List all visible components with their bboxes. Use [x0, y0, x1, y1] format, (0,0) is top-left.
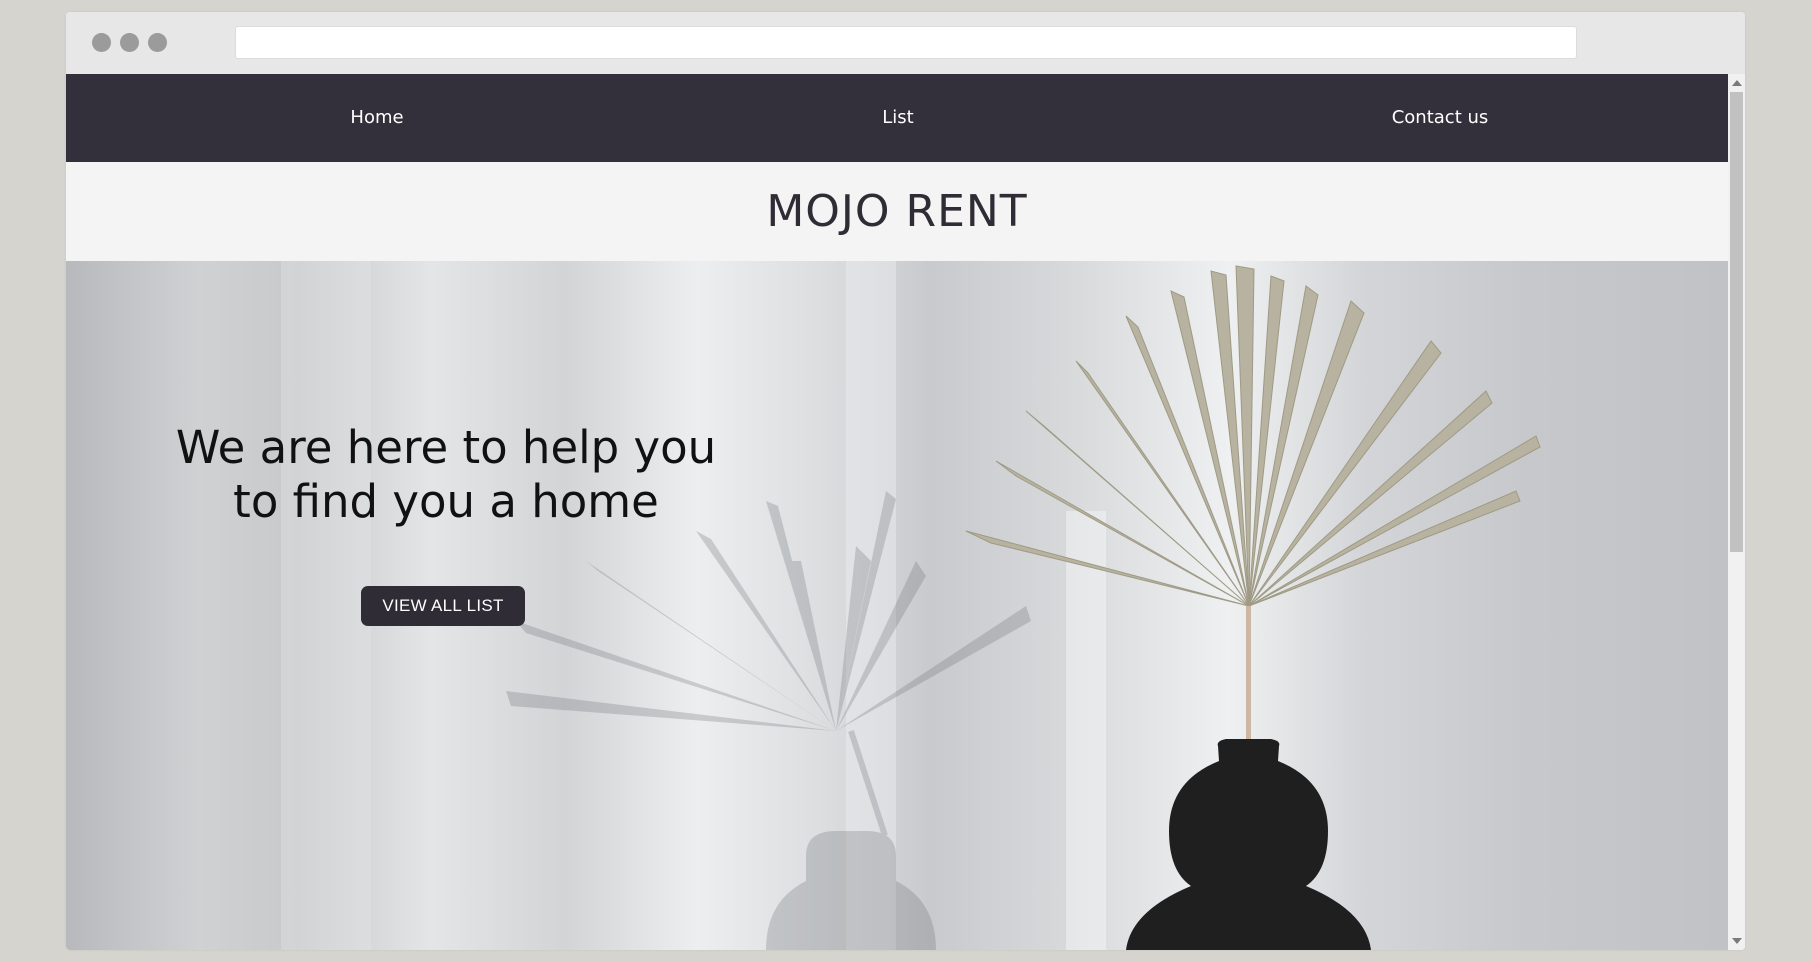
- black-vase: [1126, 739, 1371, 950]
- web-page: Home List Contact us MOJO RENT We are he…: [66, 74, 1728, 950]
- address-bar[interactable]: [235, 26, 1577, 59]
- nav-link-home[interactable]: Home: [350, 74, 403, 162]
- site-title: MOJO RENT: [766, 186, 1028, 237]
- brand-header: MOJO RENT: [66, 162, 1728, 261]
- scroll-down-arrow-icon[interactable]: [1732, 938, 1742, 944]
- window-minimize-dot[interactable]: [120, 33, 139, 52]
- top-navigation: Home List Contact us: [66, 74, 1728, 162]
- browser-toolbar: [66, 12, 1745, 74]
- hero-image: [281, 261, 1541, 950]
- vertical-scrollbar[interactable]: [1728, 74, 1745, 950]
- hero-heading-line-2: to find you a home: [233, 475, 659, 528]
- hero-heading: We are here to help you to find you a ho…: [166, 421, 726, 529]
- hero-section: We are here to help you to find you a ho…: [66, 261, 1728, 950]
- hero-heading-line-1: We are here to help you: [175, 421, 717, 474]
- view-all-list-button[interactable]: VIEW ALL LIST: [361, 586, 525, 626]
- window-close-dot[interactable]: [92, 33, 111, 52]
- palm-stem: [1246, 606, 1251, 746]
- scroll-up-arrow-icon[interactable]: [1732, 80, 1742, 86]
- nav-link-list[interactable]: List: [882, 74, 913, 162]
- browser-window: Home List Contact us MOJO RENT We are he…: [66, 12, 1745, 950]
- window-maximize-dot[interactable]: [148, 33, 167, 52]
- plant-shadow: [506, 491, 1031, 950]
- scrollbar-thumb[interactable]: [1730, 92, 1743, 552]
- palm-leaf: [965, 265, 1541, 607]
- nav-link-contact[interactable]: Contact us: [1392, 74, 1489, 162]
